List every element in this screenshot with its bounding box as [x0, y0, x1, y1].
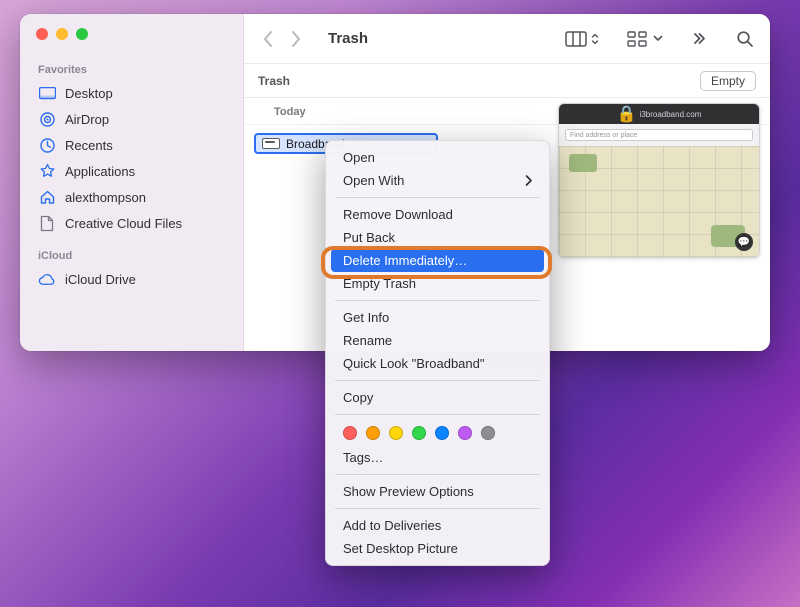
- preview-map: 💬: [559, 146, 759, 257]
- sidebar-item-label: Recents: [65, 138, 113, 153]
- search-button[interactable]: [736, 30, 754, 48]
- menu-item-add-to-deliveries[interactable]: Add to Deliveries: [331, 514, 544, 537]
- preview-site-toolbar: Find address or place: [559, 124, 759, 146]
- fullscreen-window-button[interactable]: [76, 28, 88, 40]
- tag-color[interactable]: [412, 426, 426, 440]
- context-menu: Open Open With Remove Download Put Back …: [325, 140, 550, 566]
- location-bar: Trash Empty: [244, 64, 770, 98]
- chat-bubble-icon: 💬: [735, 233, 753, 251]
- tag-color[interactable]: [481, 426, 495, 440]
- sidebar-item-label: Desktop: [65, 86, 113, 101]
- clock-icon: [38, 136, 56, 154]
- menu-item-empty-trash[interactable]: Empty Trash: [331, 272, 544, 295]
- webloc-icon: [262, 138, 280, 149]
- tag-color[interactable]: [435, 426, 449, 440]
- tag-color-row: [331, 420, 544, 446]
- menu-item-show-preview-options[interactable]: Show Preview Options: [331, 480, 544, 503]
- tag-color[interactable]: [343, 426, 357, 440]
- sidebar-item-icloud-drive[interactable]: iCloud Drive: [30, 266, 233, 292]
- sidebar-item-label: Applications: [65, 164, 135, 179]
- tag-color[interactable]: [458, 426, 472, 440]
- menu-item-open-with[interactable]: Open With: [331, 169, 544, 192]
- desktop-icon: [38, 84, 56, 102]
- sidebar-item-desktop[interactable]: Desktop: [30, 80, 233, 106]
- preview-panel: 🔒 i3broadband.com Find address or place …: [558, 103, 760, 258]
- airdrop-icon: [38, 110, 56, 128]
- empty-trash-button[interactable]: Empty: [700, 71, 756, 91]
- sidebar-section-icloud: iCloud: [30, 244, 233, 266]
- menu-item-open[interactable]: Open: [331, 146, 544, 169]
- file-icon: [38, 214, 56, 232]
- sidebar-item-label: Creative Cloud Files: [65, 216, 182, 231]
- forward-button[interactable]: [291, 30, 302, 48]
- preview-search-field: Find address or place: [565, 129, 753, 141]
- tag-color[interactable]: [389, 426, 403, 440]
- menu-item-remove-download[interactable]: Remove Download: [331, 203, 544, 226]
- sidebar-item-label: alexthompson: [65, 190, 146, 205]
- sidebar-item-label: AirDrop: [65, 112, 109, 127]
- menu-item-put-back[interactable]: Put Back: [331, 226, 544, 249]
- menu-item-tags[interactable]: Tags…: [331, 446, 544, 469]
- menu-item-copy[interactable]: Copy: [331, 386, 544, 409]
- lock-icon: 🔒: [617, 104, 637, 124]
- preview-url: i3broadband.com: [640, 110, 702, 119]
- chevron-right-icon: [525, 175, 532, 186]
- menu-item-get-info[interactable]: Get Info: [331, 306, 544, 329]
- menu-item-set-desktop-picture[interactable]: Set Desktop Picture: [331, 537, 544, 560]
- chevron-down-icon: [653, 35, 663, 42]
- sidebar-section-favorites: Favorites: [30, 58, 233, 80]
- menu-item-rename[interactable]: Rename: [331, 329, 544, 352]
- group-by-button[interactable]: [627, 31, 663, 47]
- sidebar-item-label: iCloud Drive: [65, 272, 136, 287]
- menu-item-quick-look[interactable]: Quick Look "Broadband": [331, 352, 544, 375]
- view-columns-button[interactable]: [565, 31, 599, 47]
- toolbar-overflow-button[interactable]: [691, 30, 708, 47]
- sidebar-item-applications[interactable]: Applications: [30, 158, 233, 184]
- minimize-window-button[interactable]: [56, 28, 68, 40]
- sidebar-item-airdrop[interactable]: AirDrop: [30, 106, 233, 132]
- sidebar-item-home[interactable]: alexthompson: [30, 184, 233, 210]
- home-icon: [38, 188, 56, 206]
- applications-icon: [38, 162, 56, 180]
- preview-browser-bar: 🔒 i3broadband.com: [559, 104, 759, 124]
- sidebar: Favorites Desktop AirDrop Recents Applic…: [20, 14, 244, 351]
- location-label: Trash: [258, 74, 290, 88]
- chevron-updown-icon: [591, 32, 599, 46]
- sidebar-item-creative-cloud[interactable]: Creative Cloud Files: [30, 210, 233, 236]
- tag-color[interactable]: [366, 426, 380, 440]
- close-window-button[interactable]: [36, 28, 48, 40]
- window-controls: [30, 28, 233, 40]
- cloud-icon: [38, 270, 56, 288]
- window-title: Trash: [328, 30, 555, 47]
- toolbar: Trash: [244, 14, 770, 64]
- back-button[interactable]: [262, 30, 273, 48]
- menu-item-delete-immediately[interactable]: Delete Immediately…: [331, 249, 544, 272]
- sidebar-item-recents[interactable]: Recents: [30, 132, 233, 158]
